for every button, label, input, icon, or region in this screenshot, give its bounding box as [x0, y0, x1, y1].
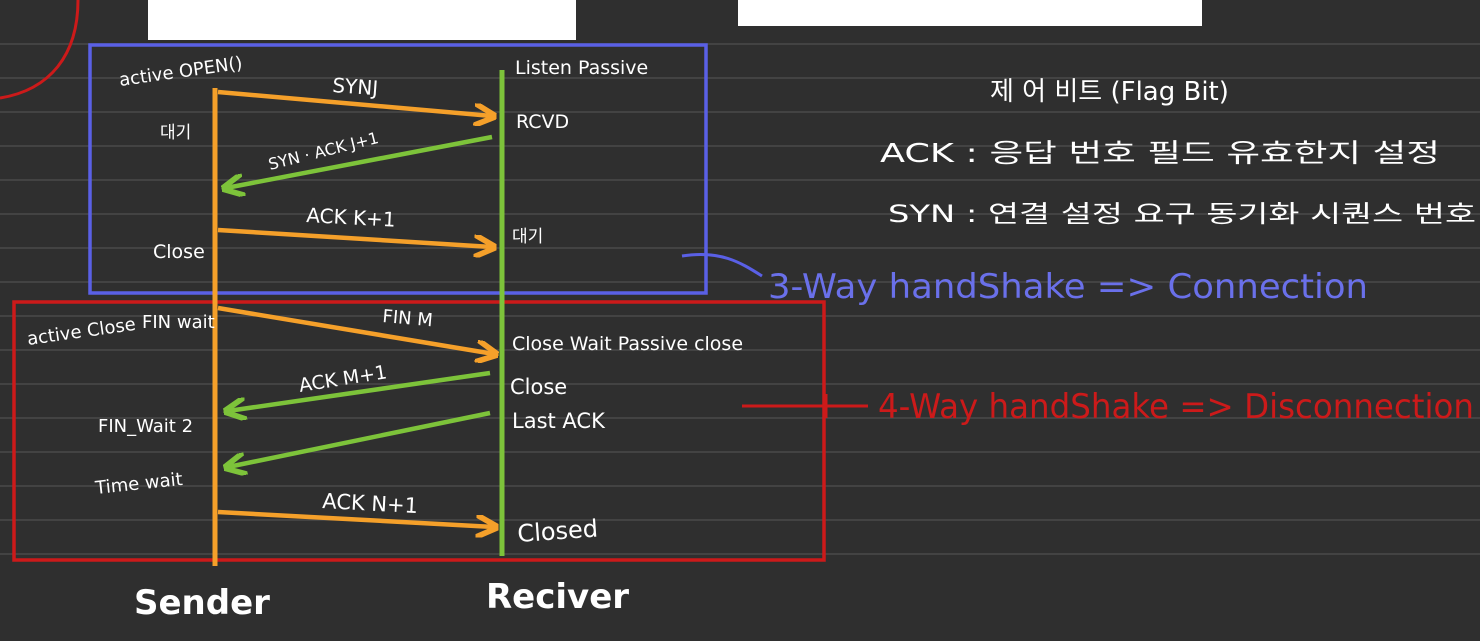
msg-syn-ack: SYN · ACK J+1 — [266, 128, 380, 174]
flag-syn-note: SYN : 연결 설정 요구 동기화 시퀀스 번호 — [888, 200, 1476, 228]
sender-title: Sender — [134, 583, 270, 623]
sender-close: Close — [153, 241, 205, 263]
tcp-handshake-diagram: active OPEN() 대기 Close FIN wait active C… — [0, 0, 1480, 623]
connection-pointer — [681, 252, 763, 278]
white-block-left — [148, 0, 576, 40]
red-corner-stroke — [0, 0, 80, 100]
sender-active-close: active Close — [26, 314, 137, 350]
handshake3-annotation: 3-Way handShake => Connection — [768, 267, 1368, 307]
msg-syn: SYNJ — [332, 73, 379, 100]
handshake4-annotation: 4-Way handShake => Disconnection — [878, 387, 1474, 427]
receiver-close: Close — [510, 375, 567, 399]
sender-fin-wait2: FIN_Wait 2 — [98, 416, 193, 437]
sender-fin-wait: FIN wait — [142, 312, 215, 333]
sender-active-open: active OPEN() — [118, 53, 244, 91]
white-block-right — [738, 0, 1202, 26]
receiver-title: Reciver — [486, 577, 629, 617]
sender-wait: 대기 — [160, 123, 191, 143]
flag-bit-heading: 제 어 비트 (Flag Bit) — [990, 77, 1229, 107]
receiver-wait: 대기 — [512, 227, 543, 247]
sender-time-wait: Time wait — [93, 469, 183, 499]
arrow-fin-n — [228, 410, 491, 467]
msg-ack-n: ACK N+1 — [322, 489, 419, 518]
msg-ack-k: ACK K+1 — [306, 203, 397, 232]
flag-ack-note: ACK : 응답 번호 필드 유효한지 설정 — [880, 139, 1440, 169]
arrow-fin-m — [217, 305, 494, 354]
receiver-closed: Closed — [516, 514, 598, 548]
receiver-listen: Listen Passive — [515, 57, 648, 79]
arrow-ack-k — [217, 227, 492, 247]
receiver-close-wait: Close Wait Passive close — [512, 333, 743, 355]
msg-fin-m: FIN M — [382, 306, 434, 331]
receiver-last-ack: Last ACK — [512, 409, 606, 433]
receiver-rcvd: RCVD — [516, 111, 569, 133]
